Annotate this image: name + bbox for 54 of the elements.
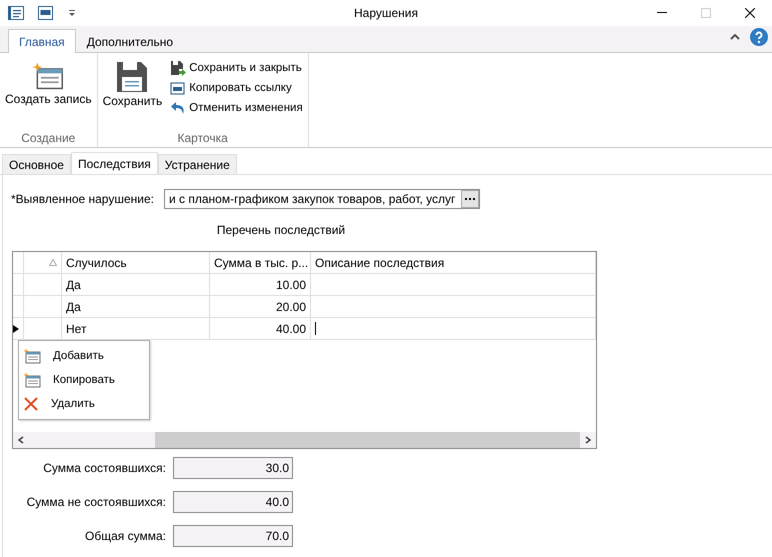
save-icon [170, 60, 186, 76]
list-title: Перечень последствий [216, 223, 346, 237]
menu-item[interactable]: Копировать [19, 368, 149, 392]
ribbon-button[interactable]: Копировать ссылку [168, 79, 305, 97]
customize-icon[interactable] [68, 9, 76, 17]
menu-item[interactable]: Добавить [19, 344, 149, 368]
form-icon[interactable] [8, 6, 24, 20]
ribbon-button[interactable]: Создать запись [3, 55, 94, 131]
ribbon-button[interactable]: Сохранить [100, 55, 164, 131]
copy-record-icon [23, 372, 41, 388]
menu-item[interactable]: Удалить [19, 392, 149, 416]
ribbon-button[interactable]: Отменить изменения [168, 99, 305, 117]
table-cell: 10.00 [276, 278, 306, 292]
group-title: Карточка [178, 131, 228, 145]
form-tab[interactable]: Основное [2, 154, 71, 174]
total-field: 30.0 [173, 457, 293, 479]
ribbon-tab[interactable]: Дополнительно [76, 29, 184, 53]
column-header[interactable]: Сумма в тыс. р... [214, 256, 308, 270]
column-header[interactable]: Описание последствия [315, 256, 444, 270]
help-icon[interactable] [750, 28, 768, 46]
total-field: 40.0 [173, 491, 293, 513]
scroll-left-icon[interactable] [17, 436, 25, 444]
form-tab[interactable]: Устранение [158, 154, 237, 174]
ribbon-tab[interactable]: Главная [8, 29, 76, 53]
delete-icon [23, 396, 39, 412]
text-cursor [315, 322, 316, 335]
undo-icon [170, 100, 186, 116]
table-cell: 20.00 [276, 300, 306, 314]
scrollbar-thumb[interactable] [155, 432, 580, 448]
new-record-icon [32, 61, 64, 91]
table-cell: Да [66, 278, 81, 292]
table-cell: Нет [66, 322, 86, 336]
scroll-right-icon[interactable] [584, 436, 592, 444]
field-label: Сумма не состоявшихся: [26, 495, 166, 509]
field-label: Сумма состоявшихся: [42, 461, 166, 475]
window-title: Нарушения [354, 6, 418, 20]
ribbon-button[interactable]: Сохранить и закрыть [168, 59, 305, 77]
table-cell: Да [66, 300, 81, 314]
field-label: Общая сумма: [84, 529, 166, 543]
abc-icon[interactable] [38, 6, 54, 20]
minimize-icon[interactable] [657, 12, 667, 14]
total-field: 70.0 [173, 525, 293, 547]
abc-icon [170, 80, 186, 96]
field-label: *Выявленное нарушение: [11, 192, 154, 206]
browse-button[interactable] [461, 190, 479, 208]
collapse-icon[interactable] [730, 34, 740, 40]
table-cell: 40.00 [276, 322, 306, 336]
column-header[interactable]: Случилось [66, 256, 127, 270]
close-icon[interactable] [745, 8, 755, 18]
new-record-icon [23, 348, 41, 364]
form-tab[interactable]: Последствия [70, 152, 158, 174]
save-icon [116, 61, 148, 93]
violation-field[interactable]: и с планом-графиком закупок товаров, работ, услуг [164, 189, 480, 209]
group-title: Создание [21, 131, 76, 145]
